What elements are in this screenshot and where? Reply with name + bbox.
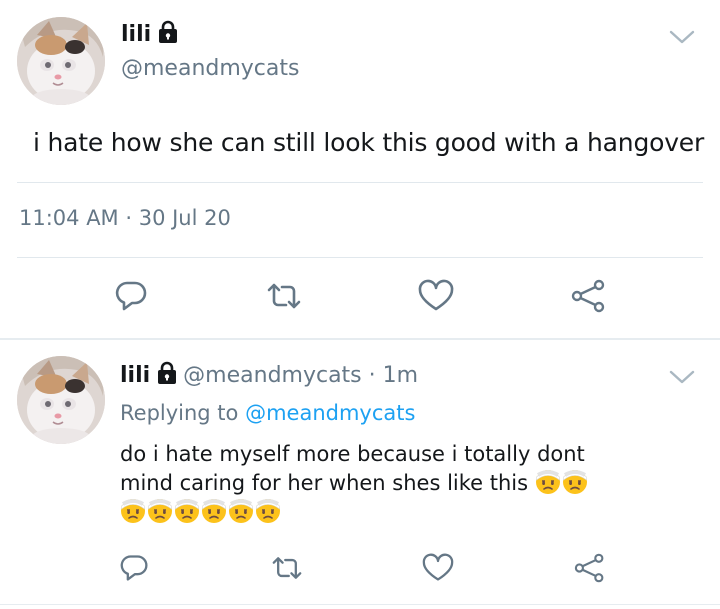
bandage-face-emoji: [535, 469, 561, 495]
main-tweet: lili @meandmycats i hate how she can sti…: [0, 0, 720, 340]
chevron-down-icon[interactable]: [669, 28, 695, 46]
relative-time[interactable]: 1m: [383, 363, 418, 388]
tweet-timestamp[interactable]: 11:04 AM · 30 Jul 20: [19, 206, 231, 230]
chevron-down-icon[interactable]: [669, 368, 695, 386]
divider: [0, 604, 720, 605]
cat-avatar-image: [17, 17, 105, 105]
retweet-icon: [272, 557, 302, 579]
author-name: lili: [121, 22, 152, 47]
divider: [17, 257, 703, 258]
emoji-row: [120, 498, 620, 527]
author-handle[interactable]: @meandmycats: [121, 56, 299, 81]
bandage-face-emoji: [120, 498, 146, 524]
tweet-text: i hate how she can still look this good …: [33, 128, 705, 157]
like-button[interactable]: [418, 548, 458, 588]
bandage-face-emoji: [201, 498, 227, 524]
divider: [17, 182, 703, 183]
avatar[interactable]: [17, 356, 105, 444]
lock-icon: [156, 361, 178, 391]
time-separator: ·: [361, 363, 383, 388]
reply-text-line: mind caring for her when shes like this: [120, 471, 535, 495]
bandage-face-emoji: [255, 498, 281, 524]
bandage-face-emoji: [228, 498, 254, 524]
bandage-face-emoji: [174, 498, 200, 524]
share-icon: [574, 553, 604, 583]
reply-icon: [120, 555, 148, 581]
cat-avatar-image: [17, 356, 105, 444]
author-name[interactable]: lili: [120, 363, 150, 388]
share-button[interactable]: [569, 276, 609, 316]
replying-to: Replying to @meandmycats: [120, 401, 415, 425]
tweet-separator: [0, 338, 720, 340]
share-button[interactable]: [570, 548, 610, 588]
bandage-face-emoji: [147, 498, 173, 524]
author-name-row[interactable]: lili: [121, 20, 179, 50]
lock-icon: [157, 20, 179, 50]
mention-link[interactable]: @meandmycats: [245, 401, 415, 425]
like-button[interactable]: [416, 276, 456, 316]
retweet-button[interactable]: [264, 276, 304, 316]
reply-button[interactable]: [111, 276, 151, 316]
reply-text-line: do i hate myself more because i totally …: [120, 442, 585, 466]
reply-button[interactable]: [114, 548, 154, 588]
reply-text-line-with-emoji: mind caring for her when shes like this: [120, 469, 620, 498]
avatar[interactable]: [17, 17, 105, 105]
replying-prefix: Replying to: [120, 401, 246, 425]
heart-icon: [418, 279, 454, 311]
retweet-icon: [267, 283, 301, 309]
reply-header: lili @meandmycats · 1m: [120, 361, 418, 391]
share-icon: [571, 279, 605, 313]
heart-icon: [422, 553, 454, 581]
bandage-face-emoji: [562, 469, 588, 495]
reply-text: do i hate myself more because i totally …: [120, 440, 620, 527]
reply-icon: [115, 281, 147, 311]
author-handle[interactable]: @meandmycats: [183, 363, 361, 388]
retweet-button[interactable]: [267, 548, 307, 588]
